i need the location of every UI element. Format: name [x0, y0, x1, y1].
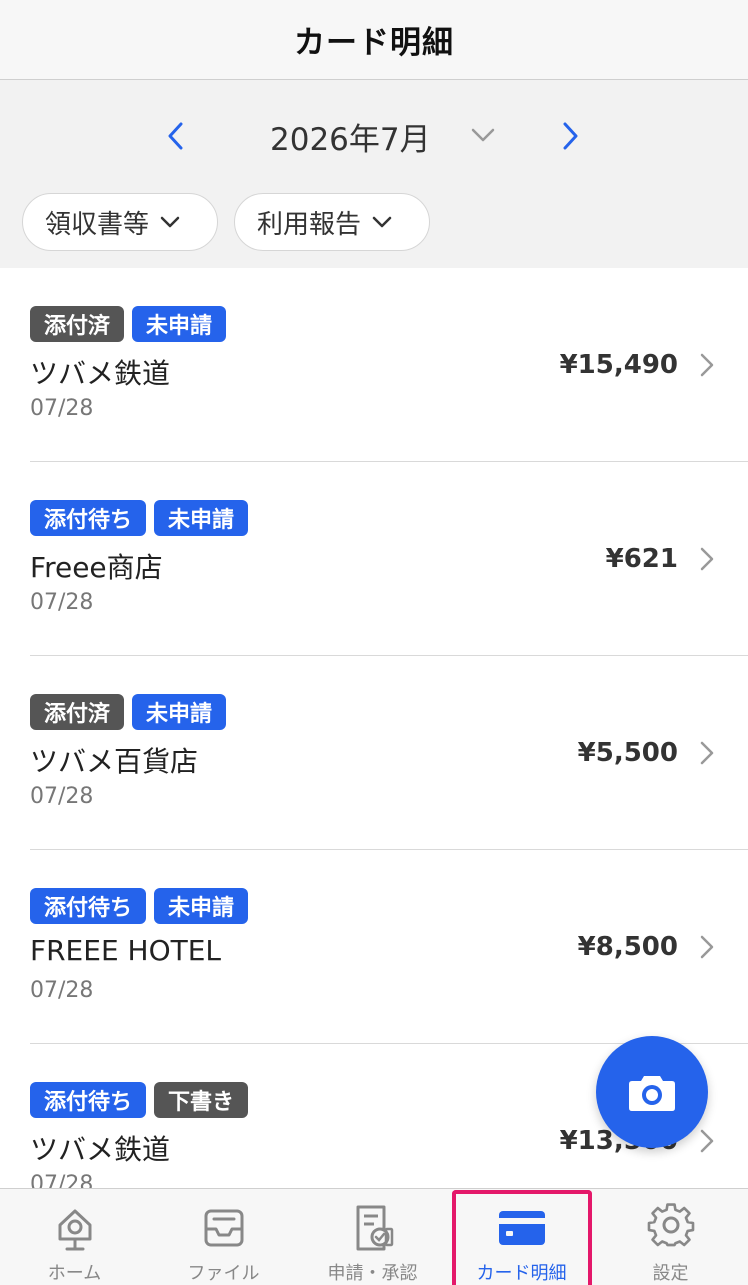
tab-files[interactable]: ファイル: [149, 1189, 298, 1285]
transaction-date: 07/28: [30, 978, 94, 1003]
transaction-date: 07/28: [30, 784, 94, 809]
tab-label: 申請・承認: [327, 1263, 418, 1284]
tab-label: 設定: [652, 1263, 689, 1284]
transaction-date: 07/28: [30, 1172, 94, 1188]
filter-receipts-dropdown[interactable]: 領収書等: [22, 193, 218, 251]
merchant-name: Freee商店: [30, 551, 163, 584]
status-badges: 添付待ち 未申請: [30, 888, 249, 924]
document-check-icon: [356, 1205, 393, 1251]
camera-icon: [629, 1076, 675, 1111]
chevron-down-icon[interactable]: [468, 120, 498, 150]
inbox-icon: [204, 1209, 243, 1247]
page-title: カード明細: [294, 25, 454, 61]
transaction-row[interactable]: 添付待ち 未申請 Freee商店 07/28 ¥621: [0, 462, 748, 656]
prev-month-button[interactable]: [156, 116, 196, 156]
merchant-name: ツバメ百貨店: [30, 745, 199, 778]
transaction-row[interactable]: 添付待ち 未申請 FREEE HOTEL 07/28 ¥8,500: [0, 850, 748, 1044]
status-badge: 未申請: [154, 888, 249, 924]
filter-bar: 領収書等 利用報告: [0, 190, 748, 268]
status-badges: 添付待ち 未申請: [30, 500, 249, 536]
transaction-amount: ¥8,500: [577, 932, 678, 962]
chevron-left-icon: [168, 122, 183, 150]
chevron-right-icon: [700, 1129, 714, 1153]
home-icon: [58, 1209, 91, 1251]
status-badge: 添付待ち: [30, 888, 147, 924]
status-badges: 添付済 未申請: [30, 694, 227, 730]
status-badge: 下書き: [154, 1082, 249, 1118]
tab-requests[interactable]: 申請・承認: [298, 1189, 447, 1285]
status-badge: 未申請: [132, 694, 227, 730]
app-header: カード明細: [0, 0, 748, 80]
chevron-right-icon: [563, 122, 578, 150]
status-badges: 添付待ち 下書き: [30, 1082, 249, 1118]
status-badge: 添付待ち: [30, 500, 147, 536]
tab-bar: ホーム ファイル 申請・承認 カード明細 設定: [0, 1188, 748, 1285]
transaction-row[interactable]: 添付済 未申請 ツバメ鉄道 07/28 ¥15,490: [0, 268, 748, 462]
tab-label: ファイル: [187, 1263, 260, 1284]
chevron-right-icon: [700, 547, 714, 571]
merchant-name: ツバメ鉄道: [30, 1133, 171, 1166]
chevron-right-icon: [700, 353, 714, 377]
status-badge: 添付待ち: [30, 1082, 147, 1118]
transaction-amount: ¥15,490: [559, 350, 678, 380]
merchant-name: FREEE HOTEL: [30, 934, 222, 967]
gear-icon: [647, 1203, 694, 1247]
transaction-row[interactable]: 添付済 未申請 ツバメ百貨店 07/28 ¥5,500: [0, 656, 748, 850]
chevron-down-icon: [372, 216, 392, 228]
tab-label: ホーム: [47, 1263, 102, 1284]
transaction-date: 07/28: [30, 396, 94, 421]
merchant-name: ツバメ鉄道: [30, 357, 171, 390]
filter-usage-report-dropdown[interactable]: 利用報告: [234, 193, 430, 251]
month-label[interactable]: 2026年7月: [270, 114, 431, 159]
transaction-amount: ¥5,500: [577, 738, 678, 768]
active-tab-highlight: [452, 1190, 592, 1285]
next-month-button[interactable]: [550, 116, 590, 156]
status-badge: 添付済: [30, 306, 125, 342]
chevron-down-icon: [160, 216, 180, 228]
chevron-right-icon: [700, 935, 714, 959]
status-badge: 添付済: [30, 694, 125, 730]
status-badge: 未申請: [154, 500, 249, 536]
month-navigator: 2026年7月: [0, 80, 748, 190]
tab-settings[interactable]: 設定: [596, 1189, 745, 1285]
camera-button[interactable]: [596, 1036, 708, 1148]
status-badges: 添付済 未申請: [30, 306, 227, 342]
status-badge: 未申請: [132, 306, 227, 342]
transaction-amount: ¥621: [605, 544, 678, 574]
filter-label: 利用報告: [257, 209, 362, 240]
tab-home[interactable]: ホーム: [0, 1189, 149, 1285]
transaction-date: 07/28: [30, 590, 94, 615]
chevron-right-icon: [700, 741, 714, 765]
filter-label: 領収書等: [45, 209, 150, 240]
